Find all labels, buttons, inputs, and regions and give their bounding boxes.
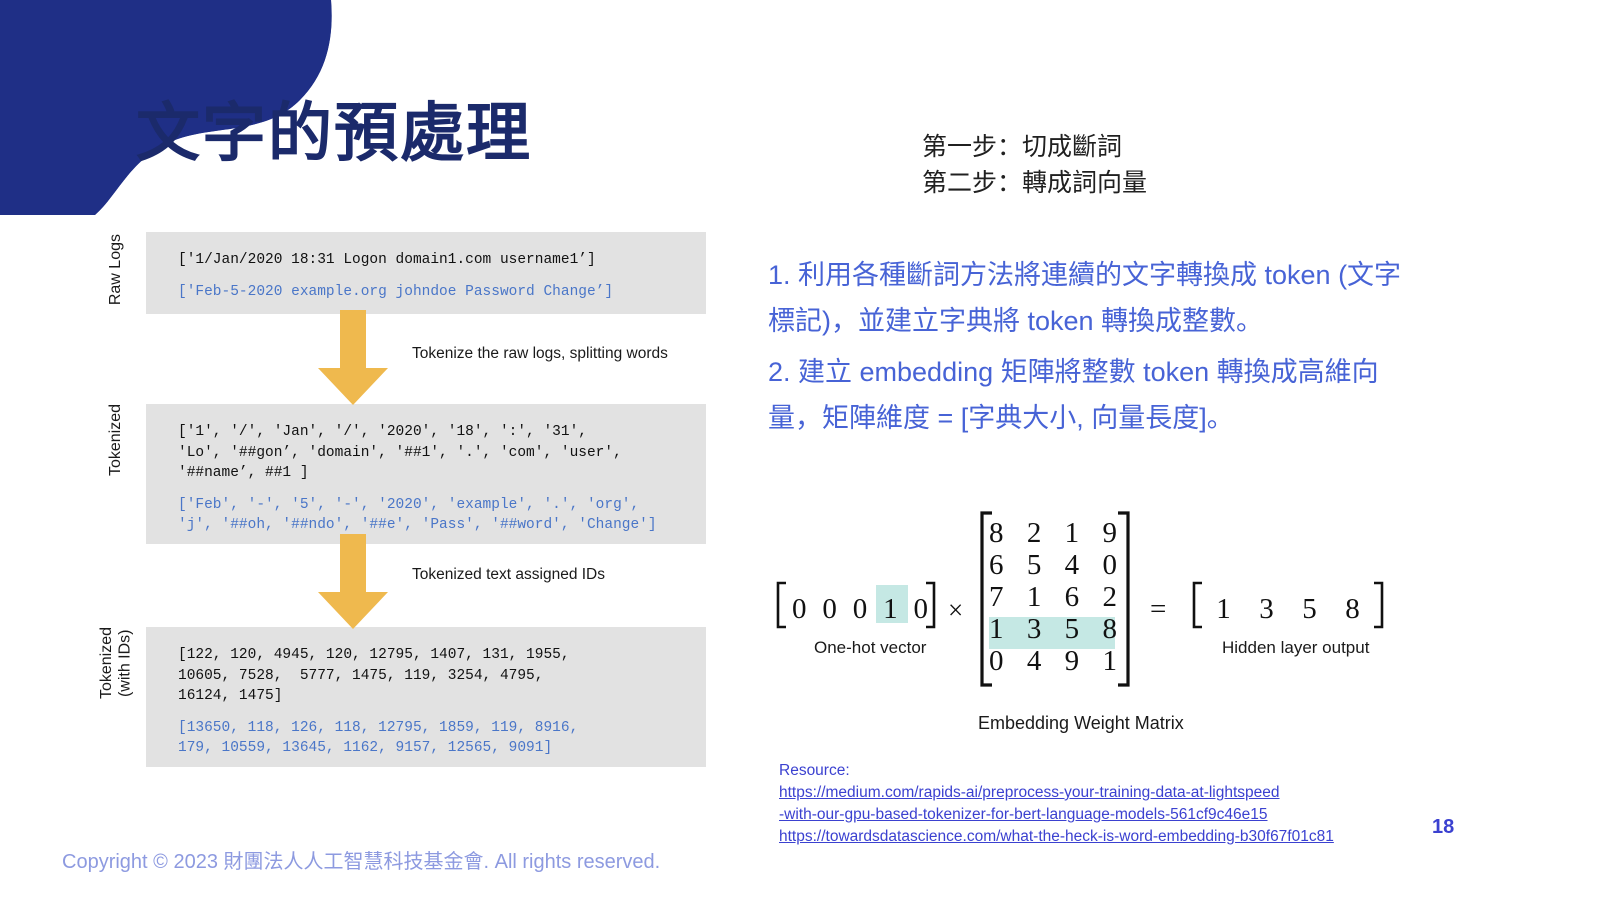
onehot-cell: 0 [791,593,807,625]
pipeline-row-label-text: Tokenized (with IDs) [97,627,133,700]
code-line: 10605, 7528, 5777, 1475, 119, 3254, 4795… [178,667,544,684]
weight-cell: 0 [1102,549,1117,581]
step-item-2: 第二步：轉成詞向量 [922,168,1148,197]
code-group-black: ['1/Jan/2020 18:31 Logon domain1.com use… [178,250,706,271]
pipeline-row-label-tokenized: Tokenized [94,404,138,544]
pipeline-row-label-text: Raw Logs [106,234,124,306]
resource-link[interactable]: https://towardsdatascience.com/what-the-… [779,826,1334,848]
code-line: [13650, 118, 126, 118, 12795, 1859, 119,… [178,719,579,736]
arrow-caption-assign-ids: Tokenized text assigned IDs [412,566,605,583]
onehot-cell: 0 [913,593,929,625]
code-line: 16124, 1475] [178,688,283,705]
pipeline-row-label-tokenized-with-ids: Tokenized (with IDs) [94,627,138,767]
operator-multiply: × [948,595,964,625]
pipeline-row-label-raw-logs: Raw Logs [94,234,138,316]
caption-embedding-weight-matrix: Embedding Weight Matrix [978,713,1184,733]
operator-equals: = [1150,593,1167,625]
code-line: '##name’, ##1 ] [178,465,309,482]
code-block-tokenized-ids: [122, 120, 4945, 120, 12795, 1407, 131, … [146,627,706,767]
weight-cell: 9 [1102,517,1117,549]
code-line: [122, 120, 4945, 120, 12795, 1407, 131, … [178,647,570,663]
output-cell: 8 [1345,593,1360,625]
embedding-matrix-figure: 0 0 0 1 0 × 8 2 1 9 6 5 4 0 7 1 6 2 1 3 … [770,495,1440,735]
weight-cell: 7 [989,581,1004,613]
output-vector: 1 3 5 8 [1202,593,1374,626]
caption-one-hot-vector: One-hot vector [814,638,927,657]
weight-matrix-row: 8 2 1 9 [989,517,1117,549]
code-block-tokenized: ['1', '/', 'Jan', '/', '2020', '18', ':'… [146,404,706,544]
slide-canvas: 文字的預處理 第一步：切成斷詞 第二步：轉成詞向量 1. 利用各種斷詞方法將連續… [0,0,1600,900]
pipeline-row-label-text: Tokenized [106,404,124,477]
body-paragraph-2: 2. 建立 embedding 矩陣將整數 token 轉換成高維向量，矩陣維度… [768,356,1379,434]
copyright-notice: Copyright © 2023 財團法人人工智慧科技基金會. All righ… [62,851,661,873]
page-title: 文字的預處理 [136,97,532,169]
code-line: 'j', '##oh, '##ndo', '##e', 'Pass', '##w… [178,517,657,534]
code-group-black: ['1', '/', 'Jan', '/', '2020', '18', ':'… [178,422,706,484]
body-paragraph-1: 1. 利用各種斷詞方法將連續的文字轉換成 token (文字標記)，並建立字典將… [768,260,1402,337]
steps-list: 第一步：切成斷詞 第二步：轉成詞向量 [922,130,1147,201]
weight-cell: 5 [1064,613,1080,645]
caption-hidden-layer-output: Hidden layer output [1222,638,1370,657]
down-arrow-icon [318,534,388,629]
page-number: 18 [1432,816,1455,838]
output-cell: 3 [1259,593,1274,625]
weight-cell: 6 [1064,581,1080,613]
code-line: ['1', '/', 'Jan', '/', '2020', '18', ':'… [178,424,587,440]
code-line: 179, 10559, 13645, 1162, 9157, 12565, 90… [178,740,553,757]
code-block-raw-logs: ['1/Jan/2020 18:31 Logon domain1.com use… [146,232,706,314]
weight-cell: 4 [1026,645,1042,677]
weight-cell: 5 [1026,549,1042,581]
weight-cell: 6 [989,549,1004,581]
weight-cell: 2 [1026,517,1042,549]
body-text: 1. 利用各種斷詞方法將連續的文字轉換成 token (文字標記)，並建立字典將… [768,252,1418,446]
code-line: ['Feb-5-2020 example.org johndoe Passwor… [178,283,614,300]
code-group-blue: [13650, 118, 126, 118, 12795, 1859, 119,… [178,718,706,759]
weight-matrix-row: 0 4 9 1 [989,645,1117,677]
output-cell: 1 [1216,593,1231,625]
weight-matrix-row: 7 1 6 2 [989,581,1117,613]
code-group-blue: ['Feb', '-', '5', '-', '2020', 'example'… [178,495,706,536]
onehot-vector: 0 0 0 1 0 [784,593,936,626]
weight-matrix-row-highlighted: 1 3 5 8 [989,613,1117,645]
output-cell: 5 [1302,593,1317,625]
onehot-cell-highlighted: 1 [883,593,898,625]
weight-cell: 9 [1064,645,1080,677]
step-item-1: 第一步：切成斷詞 [922,133,1123,161]
down-arrow-icon [318,310,388,405]
weight-cell: 2 [1102,581,1117,613]
code-line: 'Lo', '##gon’, 'domain', '##1', '.', 'co… [178,444,622,461]
code-group-blue: ['Feb-5-2020 example.org johndoe Passwor… [178,282,706,303]
weight-matrix-row: 6 5 4 0 [989,549,1117,581]
weight-cell: 8 [1102,613,1117,645]
resources-heading: Resource: [779,762,850,779]
weight-matrix: 8 2 1 9 6 5 4 0 7 1 6 2 1 3 5 8 0 4 9 1 [989,517,1117,677]
code-line: ['1/Jan/2020 18:31 Logon domain1.com use… [178,252,596,268]
code-group-black: [122, 120, 4945, 120, 12795, 1407, 131, … [178,645,706,707]
weight-cell: 8 [989,517,1004,549]
code-line: ['Feb', '-', '5', '-', '2020', 'example'… [178,496,640,513]
weight-cell: 0 [989,645,1004,677]
arrow-caption-tokenize: Tokenize the raw logs, splitting words [412,345,668,362]
weight-cell: 1 [1102,645,1117,677]
onehot-cell: 0 [852,593,868,625]
weight-cell: 1 [989,613,1004,645]
weight-cell: 1 [1026,581,1042,613]
tokenization-pipeline: Raw Logs Tokenized Tokenized (with IDs) … [94,232,714,767]
onehot-cell: 0 [822,593,837,625]
resource-link[interactable]: -with-our-gpu-based-tokenizer-for-bert-l… [779,804,1334,826]
weight-cell: 3 [1026,613,1042,645]
weight-cell: 1 [1064,517,1080,549]
weight-cell: 4 [1064,549,1080,581]
resource-link[interactable]: https://medium.com/rapids-ai/preprocess-… [779,782,1334,804]
resources-block: Resource: https://medium.com/rapids-ai/p… [779,760,1334,848]
